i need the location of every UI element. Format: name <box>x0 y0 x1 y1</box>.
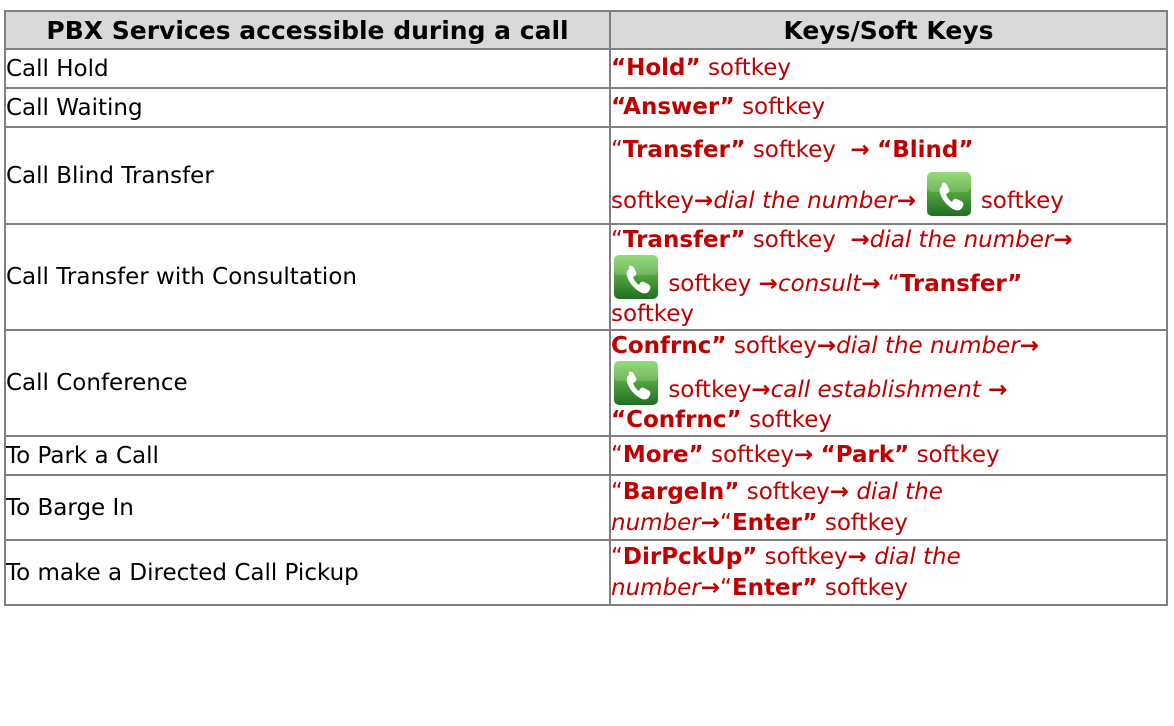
service-cell: Call Waiting <box>4 87 611 128</box>
key-name: “Blind” <box>877 137 974 163</box>
table-header-row: PBX Services accessible during a call Ke… <box>4 10 1168 50</box>
open-quote: “ <box>611 478 623 505</box>
softkey-text: softkey <box>707 55 791 81</box>
softkey-text: softkey <box>752 227 836 253</box>
arrow-icon: → <box>758 271 778 297</box>
softkey-text: softkey <box>824 574 908 601</box>
arrow-icon: → <box>700 574 721 601</box>
key-name: Enter” <box>731 574 818 601</box>
open-quote: “ <box>611 227 623 253</box>
table-row-call-blind-transfer: Call Blind Transfer “Transfer” softkey →… <box>4 126 1168 225</box>
instruction-text: call establishment <box>770 377 981 403</box>
instruction-text: number <box>611 509 701 536</box>
header-services: PBX Services accessible during a call <box>4 10 611 50</box>
softkey-text: softkey <box>764 543 848 570</box>
instruction-text: dial the number <box>836 333 1020 359</box>
open-quote: “ <box>611 442 623 468</box>
instruction-text: consult <box>777 271 862 297</box>
table-row-barge-in: To Barge In “BargeIn” softkey→ dial the n… <box>4 474 1168 541</box>
softkey-text: softkey <box>748 407 832 433</box>
arrow-icon: → <box>794 442 814 468</box>
arrow-icon: → <box>700 509 721 536</box>
key-name: More” <box>622 442 704 468</box>
softkey-text: softkey <box>668 271 752 297</box>
arrow-icon: → <box>816 333 837 359</box>
arrow-icon: → <box>694 188 714 214</box>
key-name: BargeIn” <box>622 478 740 505</box>
keys-cell: “Hold” softkey <box>609 48 1168 89</box>
softkey-text: softkey <box>980 188 1064 214</box>
instruction-text: number <box>611 574 701 601</box>
arrow-icon: → <box>988 377 1008 403</box>
key-name: Transfer” <box>622 227 746 253</box>
table-row-call-hold: Call Hold “Hold” softkey <box>4 48 1168 89</box>
pbx-services-table: PBX Services accessible during a call Ke… <box>4 10 1168 606</box>
instruction-text: dial the <box>856 478 943 505</box>
service-cell: Call Transfer with Consultation <box>4 223 611 331</box>
key-name: Confrnc” <box>611 333 727 359</box>
arrow-icon: → <box>896 188 917 214</box>
softkey-text: softkey <box>752 137 836 163</box>
softkey-text: softkey <box>611 188 695 214</box>
keys-cell: “Transfer” softkey →dial the number→ sof… <box>609 223 1168 331</box>
arrow-icon: → <box>847 543 867 570</box>
table-row-call-transfer-consultation: Call Transfer with Consultation “Transfe… <box>4 223 1168 331</box>
keys-cell: “Answer” softkey <box>609 87 1168 128</box>
open-quote: “ <box>887 271 900 297</box>
instruction-text: dial the number <box>869 227 1054 253</box>
arrow-icon: → <box>850 137 870 163</box>
keys-cell: “BargeIn” softkey→ dial the number→“Enter… <box>609 474 1168 541</box>
softkey-text: softkey <box>916 442 1000 468</box>
table-row-park-call: To Park a Call “More” softkey→ “Park” so… <box>4 435 1168 476</box>
phone-handset-icon <box>614 361 658 405</box>
softkey-text: softkey <box>824 509 908 536</box>
key-name: “Answer” <box>611 94 735 120</box>
softkey-text: softkey <box>746 478 830 505</box>
softkey-text: softkey <box>733 333 817 359</box>
service-cell: To Park a Call <box>4 435 611 476</box>
keys-cell: “DirPckUp” softkey→ dial the number→“Ente… <box>609 539 1168 606</box>
service-cell: To make a Directed Call Pickup <box>4 539 611 606</box>
arrow-icon: → <box>861 271 881 297</box>
softkey-text: softkey <box>611 301 695 327</box>
arrow-icon: → <box>1053 227 1073 253</box>
service-cell: Call Blind Transfer <box>4 126 611 225</box>
key-name: Enter” <box>731 509 818 536</box>
key-name: “Hold” <box>611 55 701 81</box>
instruction-text: dial the number <box>713 188 897 214</box>
open-quote: “ <box>611 137 623 163</box>
key-name: Transfer” <box>899 271 1023 297</box>
key-name: DirPckUp” <box>622 543 758 570</box>
key-name: “Park” <box>820 442 910 468</box>
open-quote: “ <box>611 543 623 570</box>
keys-cell: “Transfer” softkey → “Blind” softkey→dial… <box>609 126 1168 225</box>
instruction-text: dial the <box>874 543 961 570</box>
arrow-icon: → <box>1019 333 1040 359</box>
phone-handset-icon <box>614 255 658 299</box>
keys-cell: “More” softkey→ “Park” softkey <box>609 435 1168 476</box>
arrow-icon: → <box>850 227 870 253</box>
open-quote: “ <box>720 509 732 536</box>
open-quote: “ <box>720 574 732 601</box>
header-keys: Keys/Soft Keys <box>609 10 1168 50</box>
phone-handset-icon <box>927 172 971 216</box>
table-row-call-conference: Call Conference Confrnc” softkey→dial th… <box>4 329 1168 437</box>
softkey-text: softkey <box>742 94 826 120</box>
key-name: “Confrnc” <box>611 407 742 433</box>
keys-cell: Confrnc” softkey→dial the number→ softke… <box>609 329 1168 437</box>
service-cell: Call Conference <box>4 329 611 437</box>
table-row-call-waiting: Call Waiting “Answer” softkey <box>4 87 1168 128</box>
key-name: Transfer” <box>622 137 746 163</box>
table-row-directed-call-pickup: To make a Directed Call Pickup “DirPckUp… <box>4 539 1168 606</box>
softkey-text: softkey <box>710 442 795 468</box>
arrow-icon: → <box>829 478 850 505</box>
arrow-icon: → <box>751 377 771 403</box>
softkey-text: softkey <box>668 377 752 403</box>
service-cell: Call Hold <box>4 48 611 89</box>
service-cell: To Barge In <box>4 474 611 541</box>
